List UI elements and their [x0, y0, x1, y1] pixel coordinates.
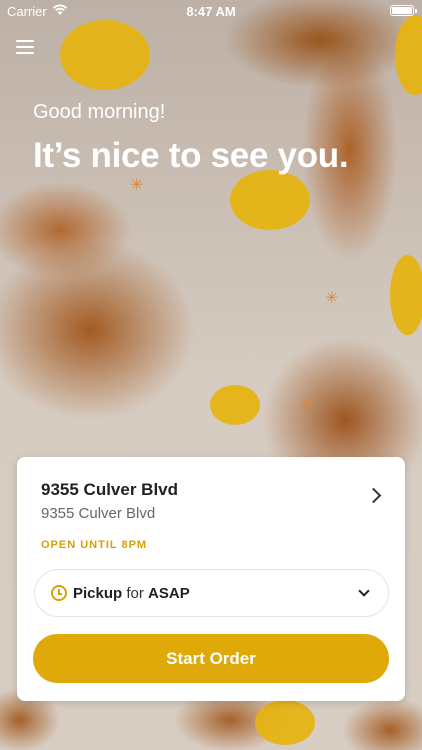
order-connector: for: [126, 585, 144, 602]
greeting-text: Good morning!: [33, 101, 166, 123]
location-selector[interactable]: 9355 Culver Blvd 9355 Culver Blvd: [17, 457, 405, 527]
chevron-down-icon: [358, 585, 370, 597]
order-time: ASAP: [148, 585, 190, 602]
decor-drumstick: [60, 20, 150, 90]
location-address: 9355 Culver Blvd: [41, 505, 156, 522]
order-card: 9355 Culver Blvd 9355 Culver Blvd OPEN U…: [17, 457, 405, 701]
status-time: 8:47 AM: [186, 4, 236, 19]
status-bar: Carrier 8:47 AM: [0, 0, 422, 22]
order-mode: Pickup: [73, 585, 123, 602]
decor-drumstick: [390, 255, 422, 335]
menu-icon[interactable]: [16, 40, 34, 54]
clock-icon: [51, 585, 67, 601]
order-type-dropdown[interactable]: Pickup for ASAP: [34, 569, 389, 617]
decor-drumstick: [255, 700, 315, 745]
battery-icon: [390, 5, 417, 16]
decor-star: ✳: [130, 175, 144, 194]
order-type-text: Pickup for ASAP: [73, 585, 190, 602]
location-name: 9355 Culver Blvd: [41, 480, 179, 499]
start-order-button[interactable]: Start Order: [33, 634, 389, 683]
decor-drumstick: [230, 170, 310, 230]
decor-star: ✳: [300, 395, 314, 414]
hours-status: OPEN UNTIL 8PM: [41, 539, 148, 551]
decor-star: ✳: [325, 288, 339, 307]
headline-text: It’s nice to see you.: [33, 136, 349, 175]
chevron-right-icon: [365, 487, 382, 504]
decor-drumstick: [210, 385, 260, 425]
